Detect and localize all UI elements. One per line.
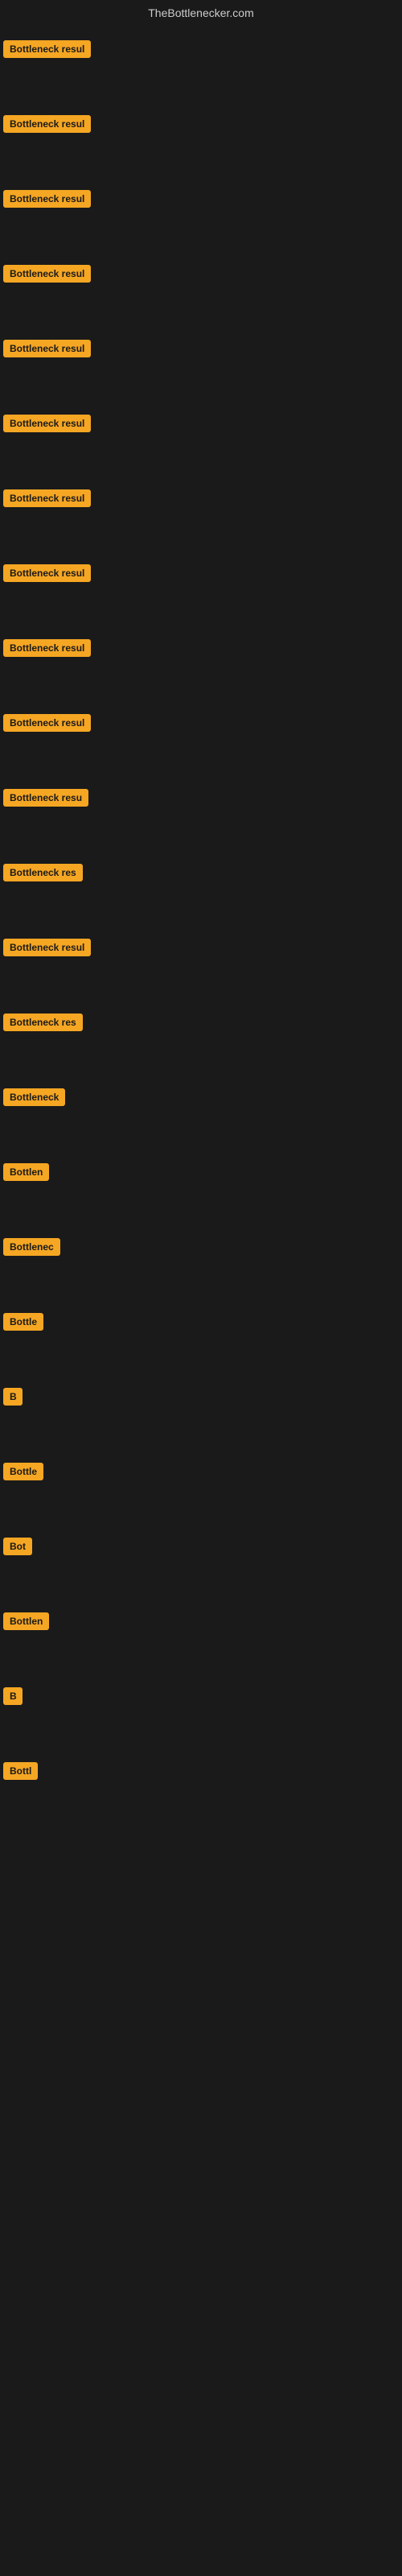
- result-row-4: Bottleneck resul: [0, 258, 402, 289]
- result-row-9: Bottleneck resul: [0, 633, 402, 663]
- result-row-16: Bottlen: [0, 1157, 402, 1187]
- bottleneck-badge-23[interactable]: B: [3, 1687, 23, 1705]
- result-row-12: Bottleneck res: [0, 857, 402, 888]
- result-row-24: Bottl: [0, 1756, 402, 1786]
- result-row-5: Bottleneck resul: [0, 333, 402, 364]
- bottleneck-badge-22[interactable]: Bottlen: [3, 1612, 49, 1630]
- bottleneck-badge-15[interactable]: Bottleneck: [3, 1088, 65, 1106]
- result-row-11: Bottleneck resu: [0, 782, 402, 813]
- site-title: TheBottlenecker.com: [0, 0, 402, 26]
- bottleneck-badge-19[interactable]: B: [3, 1388, 23, 1406]
- bottleneck-badge-20[interactable]: Bottle: [3, 1463, 43, 1480]
- bottleneck-badge-21[interactable]: Bot: [3, 1538, 32, 1555]
- result-row-13: Bottleneck resul: [0, 932, 402, 963]
- bottleneck-badge-16[interactable]: Bottlen: [3, 1163, 49, 1181]
- results-container: Bottleneck resul Bottleneck resul Bottlene…: [0, 34, 402, 1786]
- result-row-3: Bottleneck resul: [0, 184, 402, 214]
- bottleneck-badge-6[interactable]: Bottleneck resul: [3, 415, 91, 432]
- bottleneck-badge-12[interactable]: Bottleneck res: [3, 864, 83, 881]
- result-row-23: B: [0, 1681, 402, 1711]
- bottleneck-badge-7[interactable]: Bottleneck resul: [3, 489, 91, 507]
- result-row-8: Bottleneck resul: [0, 558, 402, 588]
- bottleneck-badge-18[interactable]: Bottle: [3, 1313, 43, 1331]
- result-row-7: Bottleneck resul: [0, 483, 402, 514]
- result-row-19: B: [0, 1381, 402, 1412]
- result-row-21: Bot: [0, 1531, 402, 1562]
- result-row-22: Bottlen: [0, 1606, 402, 1637]
- result-row-17: Bottlenec: [0, 1232, 402, 1262]
- result-row-1: Bottleneck resul: [0, 34, 402, 64]
- bottleneck-badge-2[interactable]: Bottleneck resul: [3, 115, 91, 133]
- result-row-2: Bottleneck resul: [0, 109, 402, 139]
- result-row-15: Bottleneck: [0, 1082, 402, 1113]
- bottleneck-badge-3[interactable]: Bottleneck resul: [3, 190, 91, 208]
- result-row-10: Bottleneck resul: [0, 708, 402, 738]
- bottleneck-badge-1[interactable]: Bottleneck resul: [3, 40, 91, 58]
- result-row-6: Bottleneck resul: [0, 408, 402, 439]
- result-row-20: Bottle: [0, 1456, 402, 1487]
- site-header: TheBottlenecker.com: [0, 0, 402, 26]
- bottleneck-badge-4[interactable]: Bottleneck resul: [3, 265, 91, 283]
- bottleneck-badge-9[interactable]: Bottleneck resul: [3, 639, 91, 657]
- bottleneck-badge-17[interactable]: Bottlenec: [3, 1238, 60, 1256]
- bottleneck-badge-8[interactable]: Bottleneck resul: [3, 564, 91, 582]
- bottleneck-badge-5[interactable]: Bottleneck resul: [3, 340, 91, 357]
- result-row-14: Bottleneck res: [0, 1007, 402, 1038]
- result-row-18: Bottle: [0, 1307, 402, 1337]
- bottleneck-badge-10[interactable]: Bottleneck resul: [3, 714, 91, 732]
- bottleneck-badge-24[interactable]: Bottl: [3, 1762, 38, 1780]
- bottleneck-badge-14[interactable]: Bottleneck res: [3, 1013, 83, 1031]
- bottleneck-badge-13[interactable]: Bottleneck resul: [3, 939, 91, 956]
- bottleneck-badge-11[interactable]: Bottleneck resu: [3, 789, 88, 807]
